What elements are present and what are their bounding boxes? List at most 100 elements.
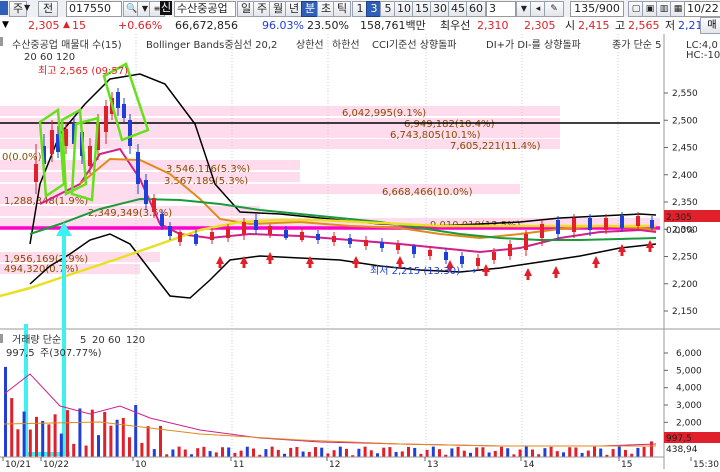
volume-bar bbox=[41, 420, 45, 457]
x-axis-label: 10/21 bbox=[5, 460, 31, 469]
zero-percent-tag: 0.00% bbox=[666, 226, 695, 236]
price-axis-tick: 2,200 bbox=[672, 280, 698, 290]
x-axis-label: 15:30 bbox=[693, 460, 719, 469]
candle-body bbox=[144, 180, 148, 204]
candle-body bbox=[588, 218, 592, 230]
price-axis-tick: 2,400 bbox=[672, 171, 698, 181]
candle-body bbox=[136, 152, 140, 184]
high-label: 고 bbox=[615, 19, 626, 32]
volume-bar bbox=[239, 450, 243, 457]
chart-canvas[interactable]: 6,042,995(9.1%)6,949,182(10.4%)6,743,805… bbox=[0, 34, 720, 470]
volume-bar bbox=[314, 447, 317, 457]
edit-icon[interactable]: ✎ bbox=[544, 1, 564, 17]
window-grip[interactable] bbox=[0, 1, 8, 15]
candle-body bbox=[620, 216, 624, 228]
volume-bar bbox=[363, 446, 367, 457]
date-input[interactable]: 10/22 bbox=[684, 1, 720, 17]
high-price: 2,565 bbox=[628, 19, 660, 32]
volume-bar bbox=[413, 447, 417, 457]
volume-axis-tick: 3,000 bbox=[676, 401, 702, 411]
volume-bar bbox=[109, 425, 113, 457]
volume-bar bbox=[555, 451, 559, 457]
price-axis-tick: 2,450 bbox=[672, 144, 698, 154]
candle-body bbox=[88, 146, 92, 166]
candle-body bbox=[380, 242, 384, 248]
open-label: 시 bbox=[565, 19, 576, 32]
volume-bar bbox=[177, 446, 181, 457]
volume-bar bbox=[636, 447, 640, 457]
candle-body bbox=[268, 226, 272, 234]
volume-bar bbox=[152, 449, 156, 457]
page-ratio-field[interactable]: 135/900 bbox=[570, 1, 624, 17]
volume-bar bbox=[159, 425, 162, 457]
volume-bar bbox=[227, 447, 231, 457]
volume-bar bbox=[84, 445, 88, 457]
count-input[interactable]: 3 bbox=[486, 1, 516, 17]
candle-body bbox=[284, 230, 288, 238]
candle-body bbox=[34, 164, 38, 182]
candle-body bbox=[210, 232, 214, 240]
minute-10[interactable]: 10 bbox=[394, 1, 414, 17]
volume-bar bbox=[221, 447, 224, 457]
stock-name-field[interactable]: 수산중공업 bbox=[174, 1, 236, 17]
volume-bar bbox=[78, 408, 82, 457]
volume-bar bbox=[252, 448, 255, 457]
volume-bar bbox=[276, 449, 280, 457]
candle-body bbox=[160, 214, 164, 226]
cci-legend: CCI기준선 상향돌파 bbox=[372, 39, 457, 51]
volume-bar bbox=[97, 435, 100, 457]
volume-bar bbox=[425, 449, 429, 457]
volume-bar bbox=[245, 446, 249, 457]
volume-bar bbox=[140, 442, 144, 457]
volume-profile-label: 7,605,221(11.4%) bbox=[450, 141, 541, 152]
dropdown-arrow-icon[interactable]: ▼ bbox=[24, 1, 30, 15]
volume-ratio: 96.03% bbox=[262, 19, 304, 32]
volume-bar bbox=[16, 429, 20, 457]
up-arrow-icon: ▲ bbox=[63, 20, 70, 30]
volume-bar bbox=[233, 452, 237, 457]
candle-body bbox=[50, 130, 54, 154]
minute-60[interactable]: 60 bbox=[466, 1, 486, 17]
volume-bar bbox=[295, 446, 299, 457]
volume-bar bbox=[53, 414, 57, 457]
volume-bar bbox=[332, 450, 336, 457]
minute-30[interactable]: 30 bbox=[430, 1, 450, 17]
buy-button[interactable]: 매수 bbox=[700, 17, 720, 46]
volume-bar bbox=[357, 448, 361, 457]
candle-body bbox=[226, 228, 230, 238]
best-bid-label: 최우선 bbox=[440, 19, 471, 32]
volume-profile-band bbox=[0, 106, 560, 116]
volume-bar bbox=[301, 451, 305, 457]
volume-bar bbox=[59, 433, 63, 457]
volume-bar bbox=[407, 446, 410, 457]
minute-45[interactable]: 45 bbox=[448, 1, 468, 17]
period-tick[interactable]: 틱 bbox=[333, 1, 351, 17]
best-bid-price: 2,310 bbox=[477, 19, 509, 32]
volume-bar bbox=[400, 451, 404, 457]
close-ma-legend: 종가 단순 5 bbox=[612, 39, 662, 51]
candle-body bbox=[128, 120, 132, 146]
volume-bar bbox=[568, 447, 572, 457]
volume-bar bbox=[345, 448, 348, 457]
volume-bar bbox=[128, 437, 131, 457]
turnover-rate: 23.50% bbox=[307, 19, 349, 32]
volume-profile-label: 6,042,995(9.1%) bbox=[342, 108, 426, 119]
hc-label: HC:-10 bbox=[686, 50, 720, 61]
volume-value-note: 997,5 bbox=[6, 348, 35, 359]
volume-bar bbox=[456, 446, 460, 457]
candle-body bbox=[556, 220, 560, 234]
volume-bar bbox=[642, 446, 646, 457]
volume-bar bbox=[562, 452, 565, 457]
volume-axis-tick: 4,000 bbox=[676, 384, 702, 394]
volume-profile-label: 6,668,466(10.0%) bbox=[382, 187, 473, 198]
price-axis-tick: 2,350 bbox=[672, 198, 698, 208]
volume-bar bbox=[617, 446, 621, 457]
candle-body bbox=[364, 240, 368, 246]
candle-body bbox=[428, 250, 432, 256]
minute-15[interactable]: 15 bbox=[412, 1, 432, 17]
stock-code-input[interactable]: 017550 bbox=[66, 1, 122, 17]
volume-bar bbox=[121, 417, 125, 457]
menu-arrow-icon[interactable]: ▼ bbox=[2, 18, 9, 33]
volume-pct-note: 주(307.77%) bbox=[40, 348, 102, 359]
chart-area[interactable]: 6,042,995(9.1%) 6,949,182(10.4%) 6,743,805… bbox=[0, 34, 720, 470]
